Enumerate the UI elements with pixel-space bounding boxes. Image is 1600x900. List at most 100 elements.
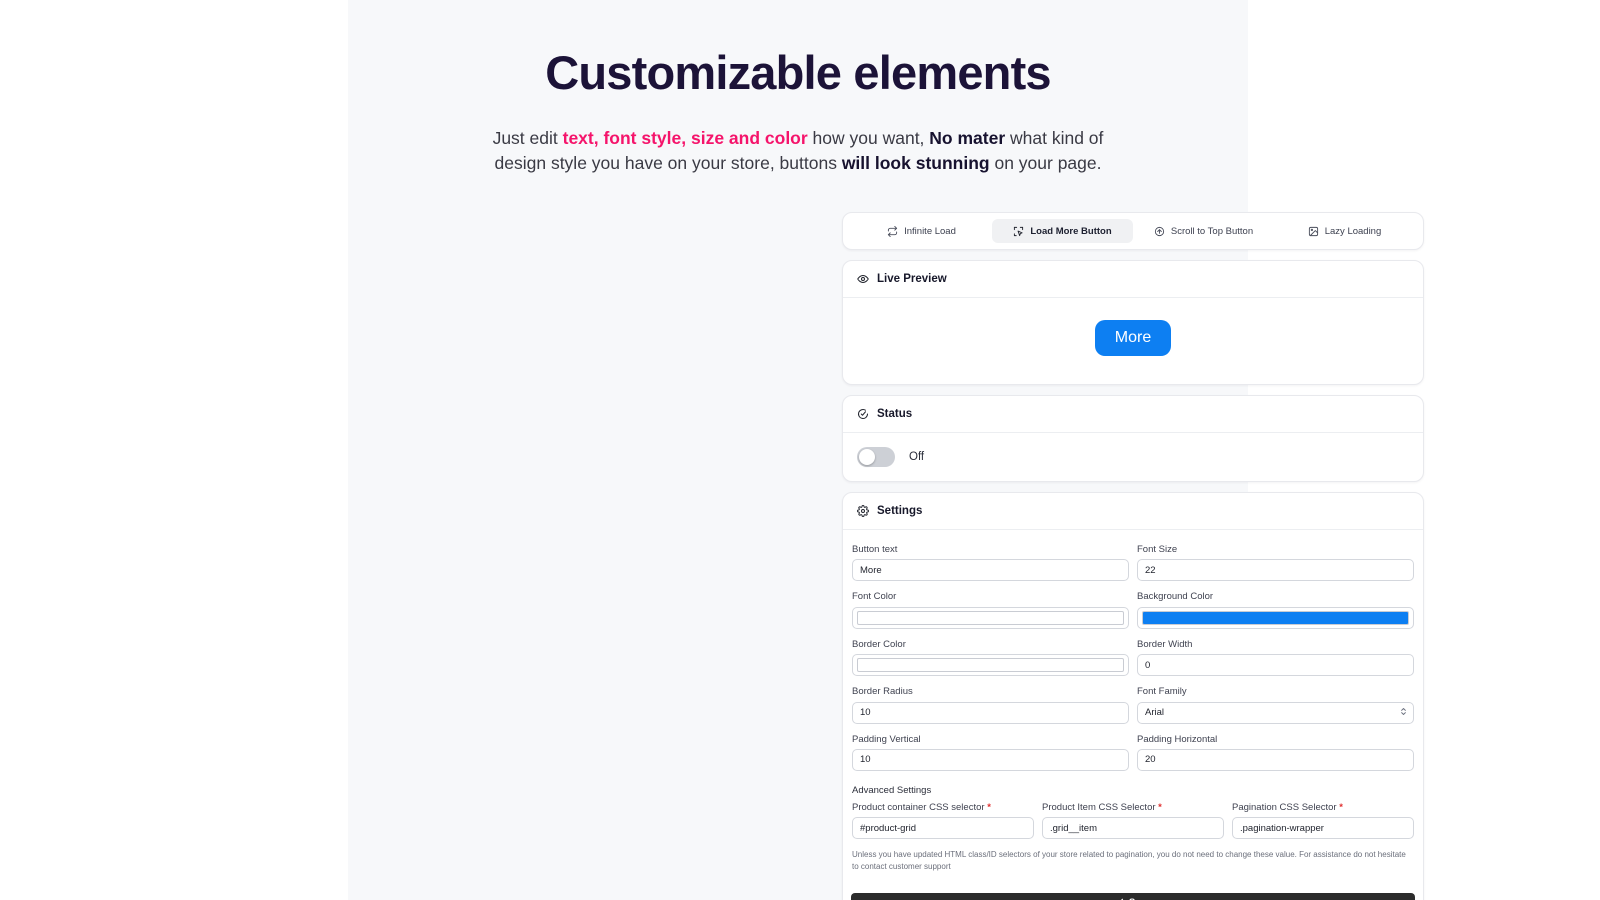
required-asterisk: * xyxy=(1339,801,1343,813)
hero-sub-strong2: will look stunning xyxy=(841,153,990,173)
field-background-color: Background Color xyxy=(1137,591,1414,629)
status-toggle-label: Off xyxy=(909,451,925,463)
status-title: Status xyxy=(877,408,913,420)
field-font-family: Font Family Arial xyxy=(1137,686,1414,724)
page-root: Customizable elements Just edit text, fo… xyxy=(0,0,1600,900)
label-text: Product container CSS selector xyxy=(852,801,985,813)
background-color-swatch xyxy=(1142,610,1409,625)
settings-header: Settings xyxy=(843,493,1423,530)
border-color-input[interactable] xyxy=(852,654,1129,677)
form-row-radius-family: Border Radius Font Family Arial xyxy=(851,686,1415,724)
font-color-swatch xyxy=(857,610,1124,625)
hero-sub-part4: on your page. xyxy=(989,153,1102,173)
border-radius-input[interactable] xyxy=(852,701,1129,724)
tab-label: Infinite Load xyxy=(904,225,956,237)
tab-load-more-button[interactable]: Load More Button xyxy=(992,219,1133,243)
border-color-swatch xyxy=(857,658,1124,673)
hero-sub-accent: text, font style, size and color xyxy=(562,127,808,148)
check-icon xyxy=(1115,897,1124,900)
content-stage: Customizable elements Just edit text, fo… xyxy=(348,0,1424,900)
label-padding-horizontal: Padding Horizontal xyxy=(1137,733,1218,745)
product-container-input[interactable] xyxy=(852,817,1034,840)
form-row-padding: Padding Vertical Padding Horizontal xyxy=(851,734,1415,771)
gear-icon xyxy=(857,505,869,517)
cursor-click-icon xyxy=(1013,226,1024,237)
label-font-family: Font Family xyxy=(1137,686,1187,698)
form-row-colors: Font Color Background Color xyxy=(851,591,1415,629)
form-row-border: Border Color Border Width xyxy=(851,638,1415,677)
hero-subtitle: Just edit text, font style, size and col… xyxy=(481,126,1115,177)
border-width-input[interactable] xyxy=(1137,654,1414,677)
tab-lazy-loading[interactable]: Lazy Loading xyxy=(1274,219,1415,243)
status-toggle[interactable] xyxy=(857,447,895,467)
required-asterisk: * xyxy=(987,801,991,813)
label-button-text: Button text xyxy=(852,544,898,555)
background-color-input[interactable] xyxy=(1137,606,1414,629)
live-preview-title: Live Preview xyxy=(877,273,947,285)
label-font-color: Font Color xyxy=(852,591,897,603)
label-product-item: Product Item CSS Selector * xyxy=(1042,802,1224,813)
field-product-container: Product container CSS selector * xyxy=(852,801,1034,840)
padding-vertical-input[interactable] xyxy=(852,748,1129,771)
app-panel: Infinite Load Load More Button Scroll to… xyxy=(842,212,1424,900)
hero-section: Customizable elements Just edit text, fo… xyxy=(348,0,1248,176)
field-border-width: Border Width xyxy=(1137,638,1414,677)
advanced-help-text: Unless you have updated HTML class/ID se… xyxy=(852,850,1406,871)
status-card: Status Off xyxy=(842,395,1424,482)
image-icon xyxy=(1308,226,1319,237)
hero-sub-part2: how you want, xyxy=(807,127,930,148)
font-color-input[interactable] xyxy=(852,606,1129,629)
label-font-size: Font Size xyxy=(1137,544,1178,555)
status-body: Off xyxy=(843,433,1423,481)
label-border-radius: Border Radius xyxy=(852,686,913,698)
field-border-color: Border Color xyxy=(852,639,1129,677)
label-border-width: Border Width xyxy=(1137,638,1193,650)
font-family-select-wrap: Arial xyxy=(1137,701,1414,724)
form-row-advanced: Product container CSS selector * Product… xyxy=(851,801,1415,840)
font-size-input[interactable] xyxy=(1137,559,1414,582)
font-family-select[interactable]: Arial xyxy=(1137,701,1414,724)
live-preview-header: Live Preview xyxy=(843,261,1423,298)
settings-card: Settings Button text Font Size xyxy=(842,492,1424,900)
live-preview-card: Live Preview More xyxy=(842,260,1424,385)
save-button[interactable]: Save xyxy=(851,892,1415,900)
label-padding-vertical: Padding Vertical xyxy=(852,733,921,745)
tab-label: Lazy Loading xyxy=(1324,225,1382,237)
field-border-radius: Border Radius xyxy=(852,686,1129,724)
label-text: Pagination CSS Selector xyxy=(1232,801,1337,813)
field-padding-vertical: Padding Vertical xyxy=(852,734,1129,771)
label-pagination: Pagination CSS Selector * xyxy=(1232,802,1414,813)
settings-form: Button text Font Size Font Color xyxy=(843,530,1423,883)
advanced-settings-title: Advanced Settings xyxy=(852,784,932,796)
arrow-up-circle-icon xyxy=(1154,226,1165,237)
field-product-item: Product Item CSS Selector * xyxy=(1042,802,1224,840)
hero-sub-part1: Just edit xyxy=(492,127,563,148)
live-preview-body: More xyxy=(843,298,1423,384)
eye-icon xyxy=(857,273,869,285)
tab-label: Load More Button xyxy=(1030,225,1112,237)
form-row-text-size: Button text Font Size xyxy=(851,544,1415,582)
save-row: Save xyxy=(843,883,1423,900)
preview-more-button[interactable]: More xyxy=(1094,320,1172,356)
tabbar-card: Infinite Load Load More Button Scroll to… xyxy=(842,212,1424,250)
field-font-color: Font Color xyxy=(852,591,1129,629)
tabbar: Infinite Load Load More Button Scroll to… xyxy=(843,213,1423,249)
tab-label: Scroll to Top Button xyxy=(1170,225,1254,237)
refresh-icon xyxy=(887,225,898,237)
padding-horizontal-input[interactable] xyxy=(1137,748,1414,771)
field-pagination: Pagination CSS Selector * xyxy=(1232,802,1414,840)
required-asterisk: * xyxy=(1158,801,1162,813)
check-circle-icon xyxy=(857,408,869,420)
tab-scroll-to-top-button[interactable]: Scroll to Top Button xyxy=(1133,219,1274,243)
field-font-size: Font Size xyxy=(1137,544,1414,582)
label-text: Product Item CSS Selector xyxy=(1042,801,1156,813)
settings-title: Settings xyxy=(877,505,923,517)
tab-infinite-load[interactable]: Infinite Load xyxy=(851,219,992,243)
page-title: Customizable elements xyxy=(545,46,1051,99)
field-button-text: Button text xyxy=(852,544,1129,582)
product-item-input[interactable] xyxy=(1042,817,1224,840)
pagination-input[interactable] xyxy=(1232,817,1414,840)
button-text-input[interactable] xyxy=(852,559,1129,582)
label-background-color: Background Color xyxy=(1137,591,1214,603)
toggle-knob xyxy=(859,449,875,465)
